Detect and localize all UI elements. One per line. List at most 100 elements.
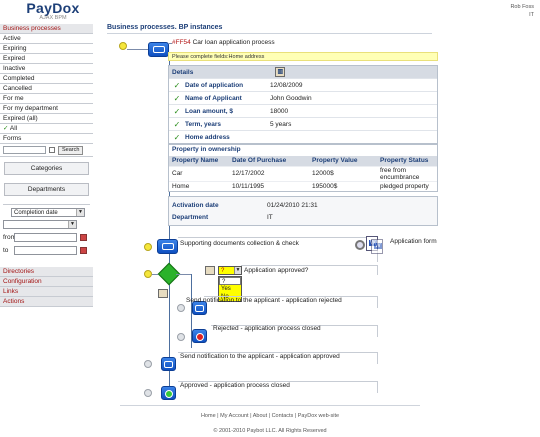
approval-option[interactable]: Yes [219,285,241,293]
detail-key: Loan amount, $ [185,107,234,115]
footer-divider [120,405,420,406]
detail-row: ✓ Date of application 12/08/2009 [169,78,437,91]
check-icon: ✓ [173,80,181,90]
sidebar-item-links[interactable]: Links [0,287,93,297]
sidebar-item-expired[interactable]: Expired [0,54,93,64]
calendar-icon[interactable] [80,247,87,254]
check-icon: ✓ [173,106,181,116]
activation-row: Department IT [169,211,437,223]
approved-end-node[interactable] [161,386,176,400]
sidebar-item-forms[interactable]: Forms [0,134,93,144]
column-header: Date Of Purchase [229,156,309,166]
sidebar-item-cancelled[interactable]: Cancelled [0,84,93,94]
status-bulb-icon [177,333,185,341]
ownership-title: Property in ownership [172,146,241,153]
column-header: Property Status [377,156,437,166]
sort-select-value: Completion date [14,210,58,216]
sidebar-item-active[interactable]: Active [0,34,93,44]
status-bulb-icon [177,304,185,312]
to-date-input[interactable] [14,246,77,255]
step-label: Supporting documents collection & check [180,240,299,247]
from-label: from [3,234,16,241]
form-link[interactable]: Application form [390,238,437,245]
step-label: Rejected - application process closed [213,325,321,332]
footer-links[interactable]: Home | My Account | About | Contacts | P… [0,413,540,419]
approval-select[interactable]: ? ▼ [218,266,242,275]
search-button[interactable]: Search [58,145,84,155]
from-date-input[interactable] [14,233,77,242]
book-icon[interactable] [158,289,168,298]
sidebar-item-for-my-department[interactable]: For my department [0,104,93,114]
details-title: Details [172,68,194,76]
sidebar-item-expired-all[interactable]: Expired (all) [0,114,93,124]
book-icon[interactable] [205,266,215,275]
search-input[interactable] [3,146,46,154]
user-info: Rob Foss IT [510,3,534,19]
detail-value[interactable]: 18000 [270,108,288,115]
table-row[interactable]: Car 12/17/2002 12000$ free from encumbra… [169,165,437,181]
status-bulb-icon [144,389,152,397]
step-label: Approved - application process closed [180,382,290,389]
date-filter: Completion date ▼ ▼ from to [3,204,90,255]
activation-value: 01/24/2010 21:31 [267,201,318,209]
sidebar-item-actions[interactable]: Actions [0,297,93,307]
categories-button[interactable]: Categories [4,162,89,175]
check-icon: ✓ [173,119,181,129]
filter-select[interactable]: ▼ [3,220,77,229]
sidebar-item-for-me[interactable]: For me [0,94,93,104]
step-frame [241,265,378,275]
detail-key: Name of Applicant [185,94,242,102]
chevron-down-icon: ▼ [234,267,241,274]
table-header-row: Property Name Date Of Purchase Property … [169,156,437,166]
details-header: Details ▥ [169,66,437,78]
rejected-end-node[interactable] [192,329,207,343]
chevron-down-icon: ▼ [76,209,84,216]
table-cell: 10/11/1995 [229,180,309,191]
table-cell: 12/17/2002 [229,165,309,181]
table-cell: 195000$ [309,180,377,191]
sidebar-item-expiring[interactable]: Expiring [0,44,93,54]
ownership-panel: Property in ownership Property Name Date… [168,144,438,192]
departments-button[interactable]: Departments [4,183,89,196]
sidebar-item-inactive[interactable]: Inactive [0,64,93,74]
ownership-table: Property Name Date Of Purchase Property … [169,156,437,191]
check-icon: ✓ [173,93,181,103]
start-task-node[interactable] [148,42,169,57]
table-row[interactable]: Home 10/11/1995 195000$ pledged property [169,180,437,191]
approve-notify-task[interactable] [161,357,176,371]
details-panel: Details ▥ ✓ Date of application 12/08/20… [168,65,438,144]
sidebar-item-directories[interactable]: Directories [0,267,93,277]
search-checkbox[interactable] [49,147,55,153]
process-name: Car loan application process [192,39,275,46]
detail-key: Date of application [185,81,244,89]
table-cell: Car [169,165,229,181]
book-icon[interactable]: ▥ [275,67,286,77]
documents-check-task[interactable] [157,239,178,254]
detail-row: ✓ Home address [169,130,437,143]
sidebar-section-business-processes[interactable]: Business processes [0,24,93,34]
status-bulb-icon [144,270,152,278]
sidebar-item-all[interactable]: All [0,124,93,134]
activation-panel: Activation date 01/24/2010 21:31 Departm… [168,196,438,226]
connector [176,274,191,275]
status-bulb-icon [119,42,127,50]
detail-value[interactable]: John Goodwin [270,95,312,102]
sidebar-item-completed[interactable]: Completed [0,74,93,84]
process-code[interactable]: #FF54 [172,39,191,46]
sort-select[interactable]: Completion date ▼ [11,208,85,217]
detail-value[interactable]: 5 years [270,121,291,128]
approval-option[interactable]: ? [219,277,241,285]
detail-value[interactable]: 12/08/2009 [270,82,303,89]
user-name: Rob Foss [510,4,534,10]
sidebar: Business processes Active Expiring Expir… [0,24,93,307]
detail-row: ✓ Name of Applicant John Goodwin [169,91,437,104]
table-cell: 12000$ [309,165,377,181]
connector [127,49,148,50]
user-department: IT [529,12,534,18]
process-title: #FF54 Car loan application process [172,39,275,46]
breadcrumb: Business processes. BP instances [107,24,223,31]
calendar-icon[interactable] [80,234,87,241]
app-logo[interactable]: PayDox AJAX BPM [20,1,86,21]
sidebar-item-configuration[interactable]: Configuration [0,277,93,287]
magnifier-icon[interactable] [355,240,365,250]
